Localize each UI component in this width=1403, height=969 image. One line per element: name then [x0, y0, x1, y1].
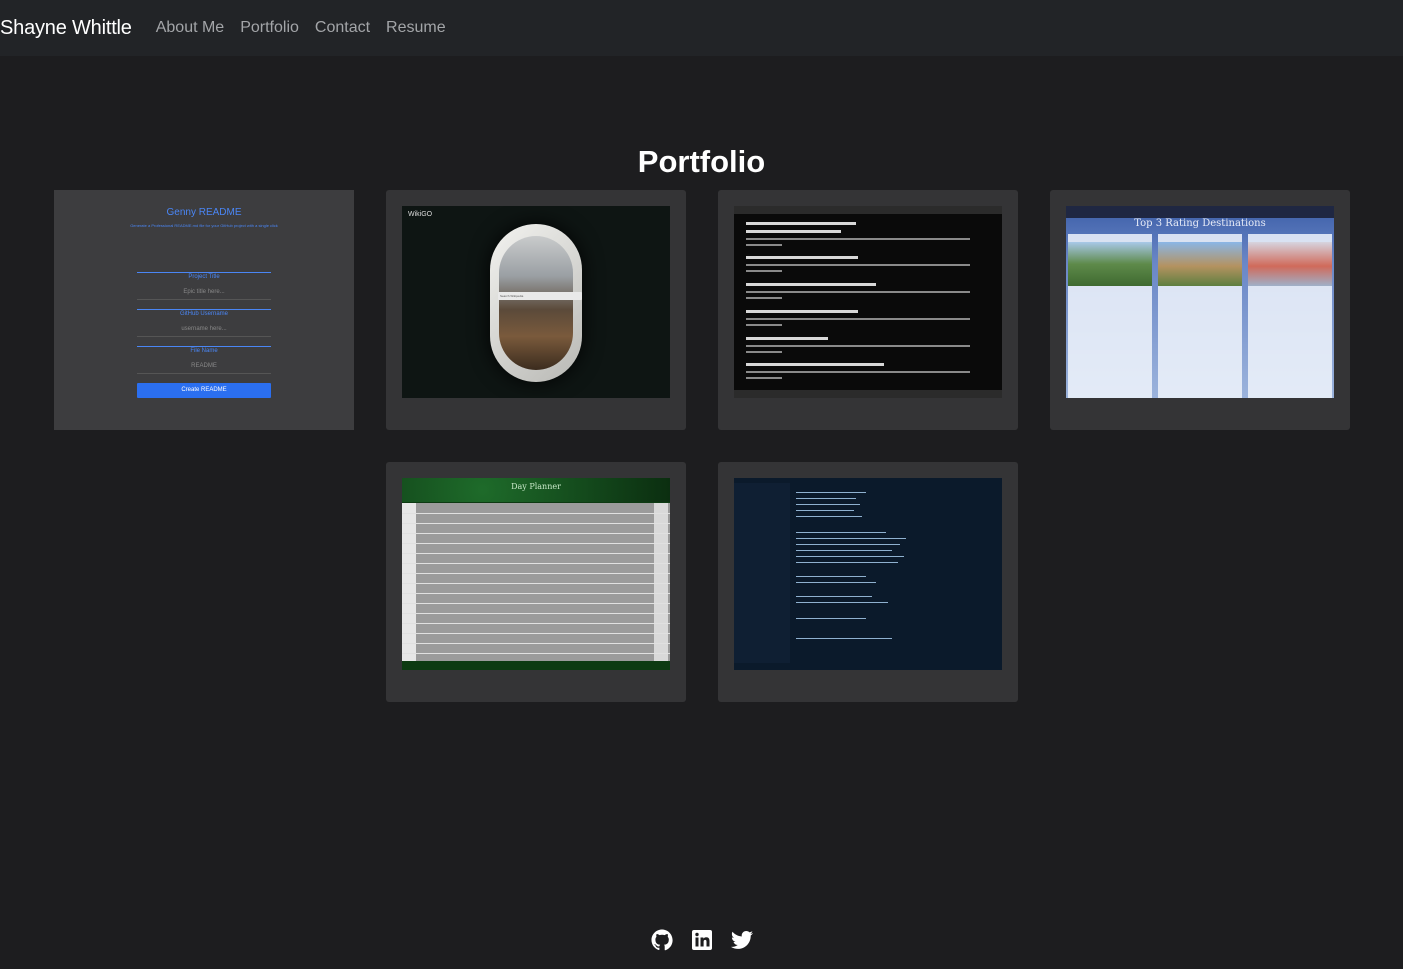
footer-social-icons [650, 928, 754, 952]
forum-footer [734, 390, 1002, 398]
readme-subtitle: Generate a Professional README.md file f… [130, 223, 278, 228]
project-screenshot-wikigo: WikiGO Search Wikipedia [402, 206, 670, 398]
project-card-terminal[interactable] [718, 462, 1018, 702]
readme-project-input: Epic title here... [137, 284, 271, 300]
navbar: Shayne Whittle About Me Portfolio Contac… [0, 0, 1403, 56]
project-card-planner[interactable]: Day Planner [386, 462, 686, 702]
project-screenshot-travel: Top 3 Rating Destinations [1066, 206, 1334, 398]
wikigo-logo: WikiGO [408, 211, 433, 218]
travel-column-1 [1068, 234, 1152, 398]
readme-project-label: Project Title [137, 272, 271, 280]
planner-header: Day Planner [402, 478, 670, 502]
travel-column-2 [1158, 234, 1242, 398]
nav-link-portfolio[interactable]: Portfolio [240, 19, 299, 37]
project-card-readme[interactable]: Genny README Generate a Professional REA… [54, 190, 354, 430]
linkedin-icon[interactable] [690, 928, 714, 952]
project-screenshot-readme: Genny README Generate a Professional REA… [54, 190, 354, 430]
project-screenshot-forum [734, 206, 1002, 398]
readme-github-label: GitHub Username [137, 309, 271, 317]
nav-link-contact[interactable]: Contact [315, 19, 370, 37]
project-card-travel[interactable]: Top 3 Rating Destinations [1050, 190, 1350, 430]
forum-navbar [734, 206, 1002, 214]
travel-heading: Top 3 Rating Destinations [1134, 218, 1266, 229]
readme-github-input: username here... [137, 321, 271, 337]
readme-title: Genny README [166, 207, 242, 218]
airplane-window-image [490, 224, 582, 382]
brand-link[interactable]: Shayne Whittle [0, 17, 132, 40]
page-title: Portfolio [637, 144, 766, 179]
wikigo-search-bar: Search Wikipedia [498, 292, 582, 300]
project-card-wikigo[interactable]: WikiGO Search Wikipedia [386, 190, 686, 430]
terminal-sidebar [734, 483, 790, 663]
project-screenshot-terminal [734, 478, 1002, 670]
project-screenshot-planner: Day Planner [402, 478, 670, 670]
github-icon[interactable] [650, 928, 674, 952]
travel-navbar [1066, 206, 1334, 218]
readme-create-button: Create README [137, 383, 271, 398]
planner-title: Day Planner [511, 482, 561, 491]
readme-file-label: File Name [137, 346, 271, 354]
travel-column-3 [1248, 234, 1332, 398]
project-card-forum[interactable] [718, 190, 1018, 430]
nav-link-about-me[interactable]: About Me [156, 19, 224, 37]
nav-link-resume[interactable]: Resume [386, 19, 446, 37]
twitter-icon[interactable] [730, 928, 754, 952]
readme-file-input: README [137, 358, 271, 374]
planner-rows [402, 503, 670, 661]
